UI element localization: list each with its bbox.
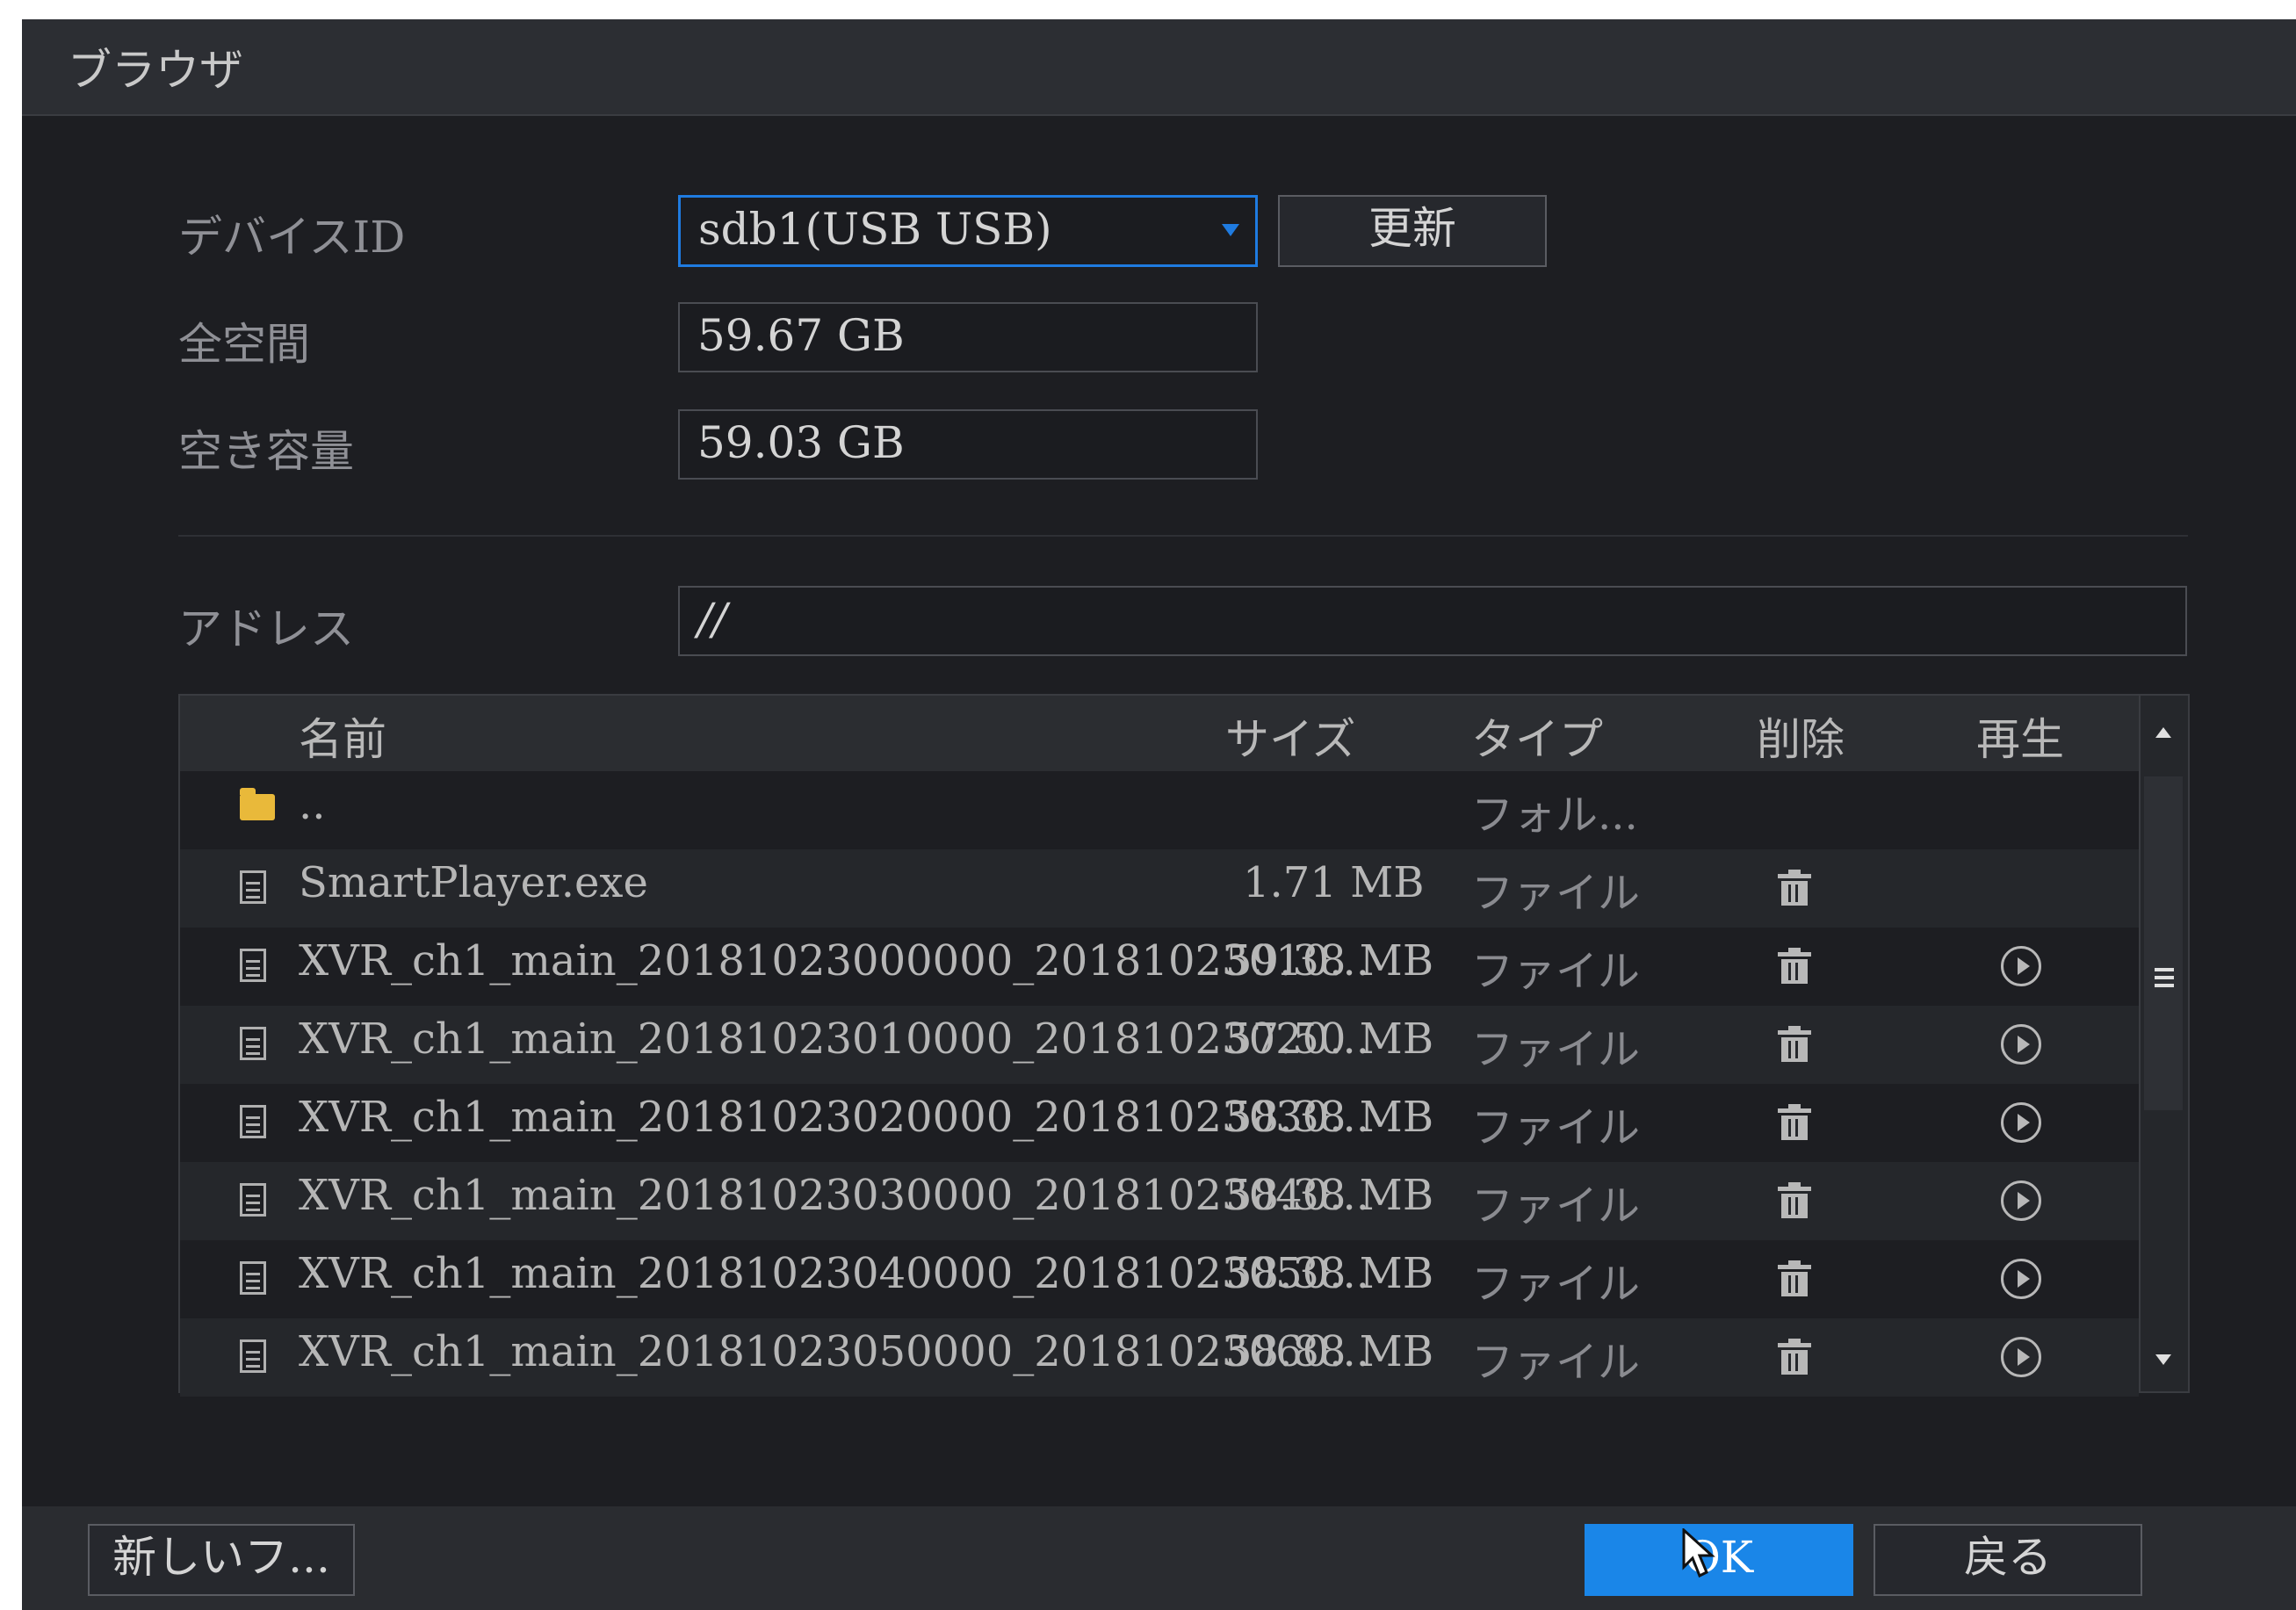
file-type: フォル... [1471, 791, 1638, 840]
scrollbar[interactable] [2139, 696, 2188, 1391]
play-icon[interactable] [2001, 1180, 2041, 1221]
column-name[interactable]: 名前 [299, 704, 386, 768]
play-icon[interactable] [2001, 1259, 2041, 1299]
trash-icon[interactable] [1778, 948, 1811, 984]
chevron-down-icon [1222, 224, 1239, 236]
address-label: アドレス [178, 603, 354, 654]
table-row[interactable]: SmartPlayer.exe 1.71 MB ファイル [180, 849, 2139, 928]
menu-icon [2155, 968, 2174, 971]
file-size: 58.38 MB [1225, 1249, 1434, 1298]
dialog-title: ブラウザ [68, 45, 243, 96]
table-row[interactable]: XVR_ch1_main_20181023000000_20181023010.… [180, 928, 2139, 1006]
address-field[interactable]: // [678, 586, 2187, 656]
file-name: XVR_ch1_main_20181023020000_20181023030.… [299, 1093, 1369, 1142]
file-table: 名前 サイズ タイプ 削除 再生 .. フォル... SmartPlayer.e… [178, 694, 2190, 1397]
back-button[interactable]: 戻る [1874, 1524, 2142, 1596]
trash-icon[interactable] [1778, 1260, 1811, 1296]
file-size: 58.38 MB [1225, 1093, 1434, 1142]
divider [178, 535, 2188, 537]
device-id-value: sdb1(USB USB) [698, 204, 1052, 255]
free-space-field: 59.03 GB [678, 409, 1258, 480]
device-id-select[interactable]: sdb1(USB USB) [678, 195, 1258, 267]
trash-icon[interactable] [1778, 1104, 1811, 1140]
table-header: 名前 サイズ タイプ 削除 再生 [180, 696, 2139, 771]
file-icon [240, 1027, 266, 1060]
trash-icon[interactable] [1778, 1339, 1811, 1375]
file-size: 59.38 MB [1225, 936, 1434, 985]
table-row[interactable]: XVR_ch1_main_20181023020000_20181023030.… [180, 1084, 2139, 1162]
total-space-field: 59.67 GB [678, 302, 1258, 372]
play-icon[interactable] [2001, 946, 2041, 986]
table-row[interactable]: XVR_ch1_main_20181023050000_20181023060.… [180, 1318, 2139, 1397]
column-play: 再生 [1976, 714, 2064, 765]
file-type: ファイル [1471, 947, 1641, 996]
dialog-titlebar: ブラウザ [22, 19, 2296, 116]
file-icon [240, 949, 266, 982]
column-type[interactable]: タイプ [1471, 704, 1603, 768]
file-size: 57.50 MB [1225, 1014, 1434, 1064]
refresh-button[interactable]: 更新 [1278, 195, 1547, 267]
new-folder-button[interactable]: 新しいフ... [88, 1524, 355, 1596]
play-icon[interactable] [2001, 1337, 2041, 1377]
table-row[interactable]: XVR_ch1_main_20181023030000_20181023040.… [180, 1162, 2139, 1240]
file-type: ファイル [1471, 1260, 1641, 1309]
file-icon [240, 1339, 266, 1373]
file-name: SmartPlayer.exe [299, 858, 648, 907]
file-type: ファイル [1471, 869, 1641, 918]
scroll-down-icon[interactable] [2155, 1354, 2171, 1365]
file-type: ファイル [1471, 1338, 1641, 1387]
folder-icon [240, 788, 275, 820]
dialog-footer: 新しいフ... OK 戻る [22, 1506, 2296, 1610]
file-name: XVR_ch1_main_20181023030000_20181023040.… [299, 1171, 1369, 1220]
file-type: ファイル [1471, 1181, 1641, 1231]
play-icon[interactable] [2001, 1102, 2041, 1143]
scroll-up-icon[interactable] [2155, 727, 2171, 738]
ok-button[interactable]: OK [1585, 1524, 1853, 1596]
trash-icon[interactable] [1778, 1182, 1811, 1218]
column-delete: 削除 [1757, 714, 1845, 765]
file-name: XVR_ch1_main_20181023010000_20181023020.… [299, 1014, 1369, 1064]
file-name: XVR_ch1_main_20181023050000_20181023060.… [299, 1327, 1369, 1376]
file-size: 58.38 MB [1225, 1171, 1434, 1220]
file-name: XVR_ch1_main_20181023000000_20181023010.… [299, 936, 1369, 985]
file-size: 1.71 MB [1243, 858, 1425, 907]
browser-dialog: ブラウザ デバイスID sdb1(USB USB) 更新 全空間 59.67 G… [22, 19, 2296, 1610]
column-size[interactable]: サイズ [1225, 704, 1356, 768]
play-icon[interactable] [2001, 1024, 2041, 1065]
table-row[interactable]: XVR_ch1_main_20181023040000_20181023050.… [180, 1240, 2139, 1318]
free-space-label: 空き容量 [178, 426, 354, 477]
device-id-label: デバイスID [178, 212, 406, 263]
file-icon [240, 1261, 266, 1295]
file-icon [240, 1183, 266, 1217]
file-type: ファイル [1471, 1025, 1641, 1074]
file-icon [240, 1105, 266, 1138]
file-icon [240, 870, 266, 904]
file-name: XVR_ch1_main_20181023040000_20181023050.… [299, 1249, 1369, 1298]
scroll-thumb[interactable] [2144, 776, 2183, 1110]
file-name: .. [299, 780, 326, 829]
table-row[interactable]: XVR_ch1_main_20181023010000_20181023020.… [180, 1006, 2139, 1084]
file-type: ファイル [1471, 1103, 1641, 1152]
trash-icon[interactable] [1778, 1026, 1811, 1062]
file-size: 58.88 MB [1225, 1327, 1434, 1376]
total-space-label: 全空間 [178, 319, 310, 370]
table-body: .. フォル... SmartPlayer.exe 1.71 MB ファイル X… [180, 771, 2139, 1397]
mouse-cursor-icon [1682, 1528, 1715, 1578]
table-row[interactable]: .. フォル... [180, 771, 2139, 849]
trash-icon[interactable] [1778, 870, 1811, 906]
